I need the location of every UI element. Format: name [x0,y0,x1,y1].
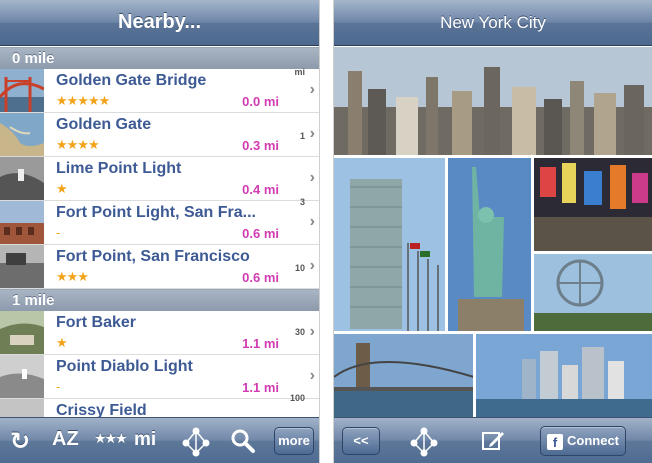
place-title: Golden Gate [56,116,152,133]
list-item[interactable]: Fort Point, San Francisco ★★★ 0.6 mi › [0,245,319,289]
city-screen: New York City << f Connect [333,0,652,463]
section-header-1-mile: 1 mile [0,289,319,311]
lower-manhattan-photo [476,334,652,417]
distance-label: 0.3 mi [242,138,279,153]
thumbnail-image [0,157,44,200]
thumbnail-image [0,355,44,398]
thumbnail-image [0,311,44,354]
star-rating: ★★★★ [56,137,100,152]
nearby-screen: Nearby... 0 mile Golden Gate Bridge ★★★★… [0,0,320,463]
index-label[interactable]: mi [294,67,305,77]
page-title: New York City [440,12,546,32]
network-icon[interactable] [180,425,212,462]
place-title: Fort Baker [56,314,137,331]
skyline-photo [334,47,652,155]
bottom-toolbar: << f Connect [334,417,652,463]
more-button[interactable]: more [274,427,314,455]
place-title: Golden Gate Bridge [56,72,207,89]
nav-bar: New York City [334,0,652,46]
list-item[interactable]: Fort Point Light, San Fra... - 0.6 mi › [0,201,319,245]
list-item[interactable]: Golden Gate Bridge ★★★★★ 0.0 mi › [0,69,319,113]
distance-index-bar[interactable]: mi 1 3 10 30 100 [285,47,305,417]
star-rating: - [56,225,60,240]
distance-label: 0.6 mi [242,226,279,241]
chevron-right-icon: › [309,125,315,142]
statue-of-liberty-photo [448,158,532,332]
page-title: Nearby... [118,11,201,33]
distance-label: 0.6 mi [242,270,279,285]
nearby-list[interactable]: 0 mile Golden Gate Bridge ★★★★★ 0.0 mi ›… [0,47,319,417]
chevron-right-icon: › [309,169,315,186]
place-title: Point Diablo Light [56,358,193,375]
list-item[interactable]: Golden Gate ★★★★ 0.3 mi › [0,113,319,157]
back-button[interactable]: << [342,427,380,455]
sort-alphabetical-button[interactable]: AZ [52,428,79,451]
chevron-right-icon: › [309,323,315,340]
distance-label: 0.4 mi [242,182,279,197]
network-icon[interactable] [408,425,440,462]
list-item[interactable]: Crissy Field [0,399,319,417]
facebook-icon: f [547,434,563,450]
times-square-photo [534,158,652,252]
star-rating: ★ [56,181,68,196]
index-label[interactable]: 1 [300,131,305,141]
refresh-icon[interactable]: ↻ [10,427,30,456]
thumbnail-image [0,245,44,288]
chevron-right-icon: › [309,213,315,230]
facebook-connect-button[interactable]: f Connect [540,426,626,456]
index-label[interactable]: 3 [300,197,305,207]
index-label[interactable]: 30 [295,327,305,337]
star-rating: - [56,379,60,394]
place-title: Crissy Field [56,402,147,417]
bottom-toolbar: ↻ AZ ★★★ mi more [0,417,319,463]
section-header-0-mile: 0 mile [0,47,319,69]
edit-icon[interactable] [480,428,506,459]
chevron-right-icon: › [309,81,315,98]
chevron-right-icon: › [309,367,315,384]
distance-label: 0.0 mi [242,94,279,109]
search-icon[interactable] [230,428,256,459]
list-item[interactable]: Fort Baker ★ 1.1 mi › [0,311,319,355]
sort-rating-button[interactable]: ★★★ [94,430,128,447]
place-title: Lime Point Light [56,160,182,177]
star-rating: ★★★★★ [56,93,110,108]
brooklyn-bridge-photo [334,334,475,417]
distance-label: 1.1 mi [242,336,279,351]
nav-bar: Nearby... [0,0,319,46]
connect-label: Connect [567,433,619,448]
chevron-right-icon: › [309,257,315,274]
distance-label: 1.1 mi [242,380,279,395]
place-title: Fort Point, San Francisco [56,248,250,265]
city-photo-collage[interactable] [334,47,652,417]
thumbnail-image [0,399,44,417]
list-item[interactable]: Lime Point Light ★ 0.4 mi › [0,157,319,201]
list-item[interactable]: Point Diablo Light - 1.1 mi › [0,355,319,399]
un-building-photo [334,158,446,332]
star-rating: ★★★ [56,269,89,284]
thumbnail-image [0,113,44,156]
star-rating: ★ [56,335,68,350]
place-title: Fort Point Light, San Fra... [56,204,256,221]
index-label[interactable]: 10 [295,263,305,273]
thumbnail-image [0,201,44,244]
thumbnail-image [0,69,44,112]
unisphere-photo [534,254,652,332]
index-label[interactable]: 100 [290,393,305,403]
sort-distance-button[interactable]: mi [134,429,156,451]
